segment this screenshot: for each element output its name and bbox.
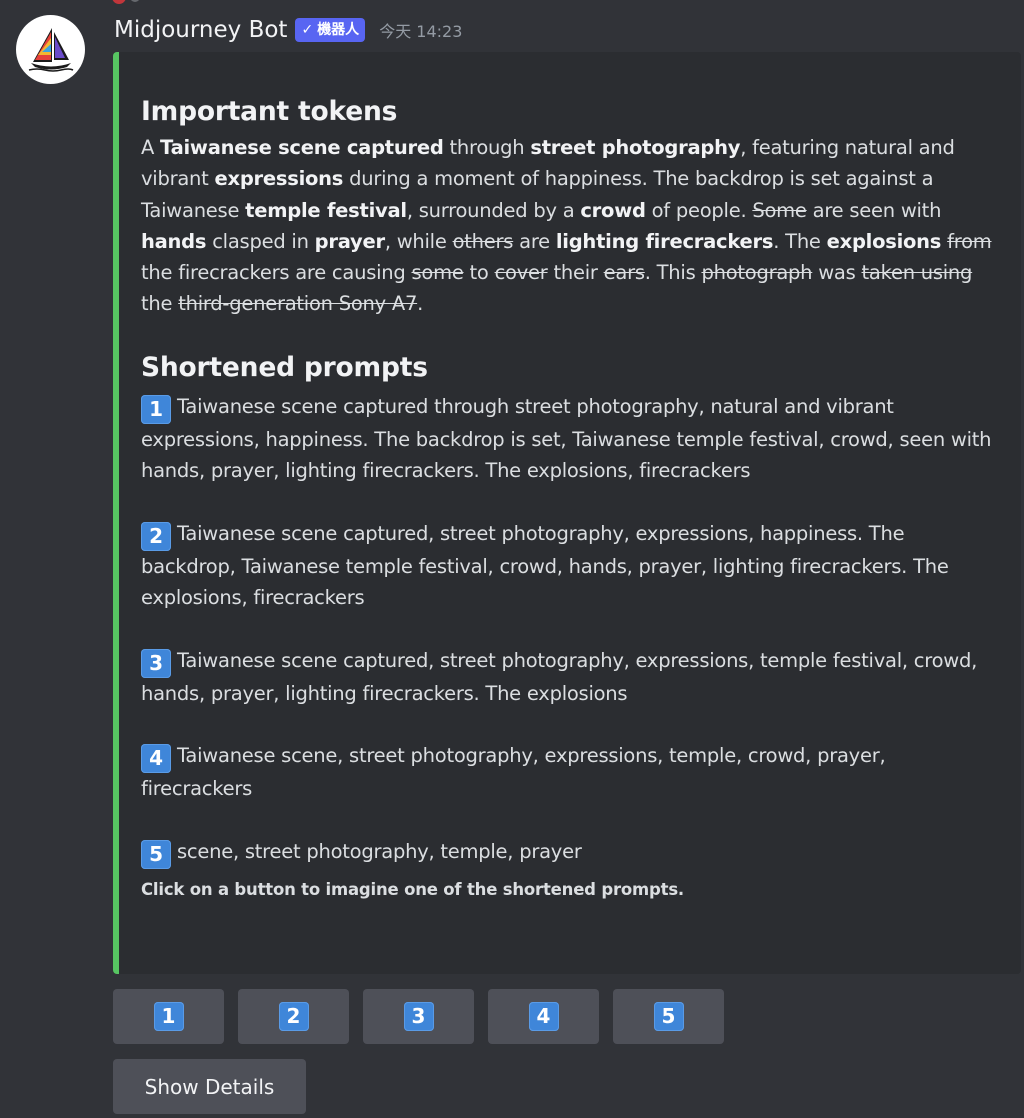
show-details-button[interactable]: Show Details [113, 1059, 306, 1114]
prompt-item: 1 Taiwanese scene captured through street… [141, 391, 997, 487]
prompt-text: Taiwanese scene captured through street … [141, 394, 992, 483]
token-text: . [417, 292, 424, 316]
removed-token: photograph [701, 261, 813, 285]
removed-token: taken using [861, 261, 973, 285]
removed-token: others [452, 229, 514, 253]
token-text: through [443, 136, 531, 159]
important-token: lighting firecrackers [555, 229, 774, 253]
prompt-text: Taiwanese scene captured, street photogr… [141, 521, 949, 609]
important-tokens-text: A Taiwanese scene captured through stree… [141, 132, 997, 320]
token-text: . The [773, 229, 827, 253]
removed-token: third-generation Sony A7 [178, 292, 418, 316]
important-token: hands [141, 229, 207, 253]
bot-badge: ✓ 機器人 [295, 18, 366, 42]
prompt-item: 5 scene, street photography, temple, pray… [141, 836, 997, 869]
number-5-icon: 5 [141, 839, 171, 869]
prompt-item: 4 Taiwanese scene, street photography, ex… [141, 740, 997, 804]
prompt-button-2[interactable]: 2 [238, 989, 349, 1044]
token-text: the [141, 292, 179, 316]
removed-token: ears [603, 261, 645, 285]
sailboat-icon [28, 27, 73, 72]
important-token: prayer [314, 229, 385, 253]
username[interactable]: Midjourney Bot [114, 17, 287, 43]
prompt-list: 1 Taiwanese scene captured through street… [141, 391, 997, 869]
token-text: their [547, 261, 604, 285]
prompt-item: 3 Taiwanese scene captured, street photog… [141, 645, 997, 709]
number-4-icon: 4 [528, 1002, 559, 1031]
number-3-icon: 3 [403, 1002, 434, 1031]
important-token: explosions [826, 229, 942, 253]
token-text: A [141, 136, 161, 159]
number-3-icon: 3 [141, 648, 171, 678]
number-4-icon: 4 [141, 744, 171, 774]
removed-token: cover [494, 261, 548, 285]
removed-token: Some [752, 198, 807, 222]
number-2-icon: 2 [278, 1002, 309, 1031]
embed-content: Important tokens A Taiwanese scene captu… [141, 96, 997, 899]
footer-note: Click on a button to imagine one of the … [141, 879, 685, 899]
token-text: to [463, 261, 495, 285]
prompt-button-5[interactable]: 5 [613, 989, 724, 1044]
reaction-fragment-secondary [130, 0, 140, 2]
avatar[interactable] [16, 15, 85, 84]
number-1-icon: 1 [141, 394, 171, 424]
important-token: Taiwanese scene captured [160, 136, 444, 159]
timestamp[interactable]: 今天 14:23 [379, 18, 462, 42]
prompt-text: scene, street photography, temple, praye… [177, 839, 582, 863]
token-text: was [812, 261, 862, 285]
reaction-fragment [112, 0, 126, 4]
removed-token: some [411, 261, 464, 285]
shortened-prompts-title: Shortened prompts [141, 351, 428, 383]
prompt-text: Taiwanese scene captured, street photogr… [141, 648, 978, 705]
check-icon: ✓ [301, 22, 314, 38]
prompt-button-3[interactable]: 3 [363, 989, 474, 1044]
important-token: temple festival [245, 198, 407, 222]
prompt-button-row: 1 2 3 4 5 [113, 989, 724, 1044]
token-text: the firecrackers are causing [141, 261, 412, 285]
important-tokens-title: Important tokens [141, 96, 398, 127]
important-token: crowd [580, 198, 646, 222]
prompt-item: 2 Taiwanese scene captured, street photog… [141, 518, 997, 614]
embed-card: Important tokens A Taiwanese scene captu… [113, 52, 1021, 974]
token-text: of people. [645, 198, 753, 222]
number-5-icon: 5 [653, 1002, 684, 1031]
token-text: are seen with [806, 198, 942, 222]
prompt-button-4[interactable]: 4 [488, 989, 599, 1044]
message-header: Midjourney Bot ✓ 機器人 今天 14:23 [114, 12, 462, 48]
important-token: street photography [530, 136, 741, 159]
token-text: , surrounded by a [406, 198, 581, 222]
token-text: , while [384, 229, 453, 253]
prompt-button-1[interactable]: 1 [113, 989, 224, 1044]
token-text: clasped in [206, 229, 315, 253]
token-text: . This [644, 261, 702, 285]
removed-token: from [947, 229, 992, 253]
number-2-icon: 2 [141, 521, 171, 551]
prompt-text: Taiwanese scene, street photography, exp… [141, 744, 886, 801]
important-token: expressions [214, 167, 344, 191]
token-text: are [513, 229, 556, 253]
number-1-icon: 1 [153, 1002, 184, 1031]
bot-badge-label: 機器人 [317, 22, 360, 38]
